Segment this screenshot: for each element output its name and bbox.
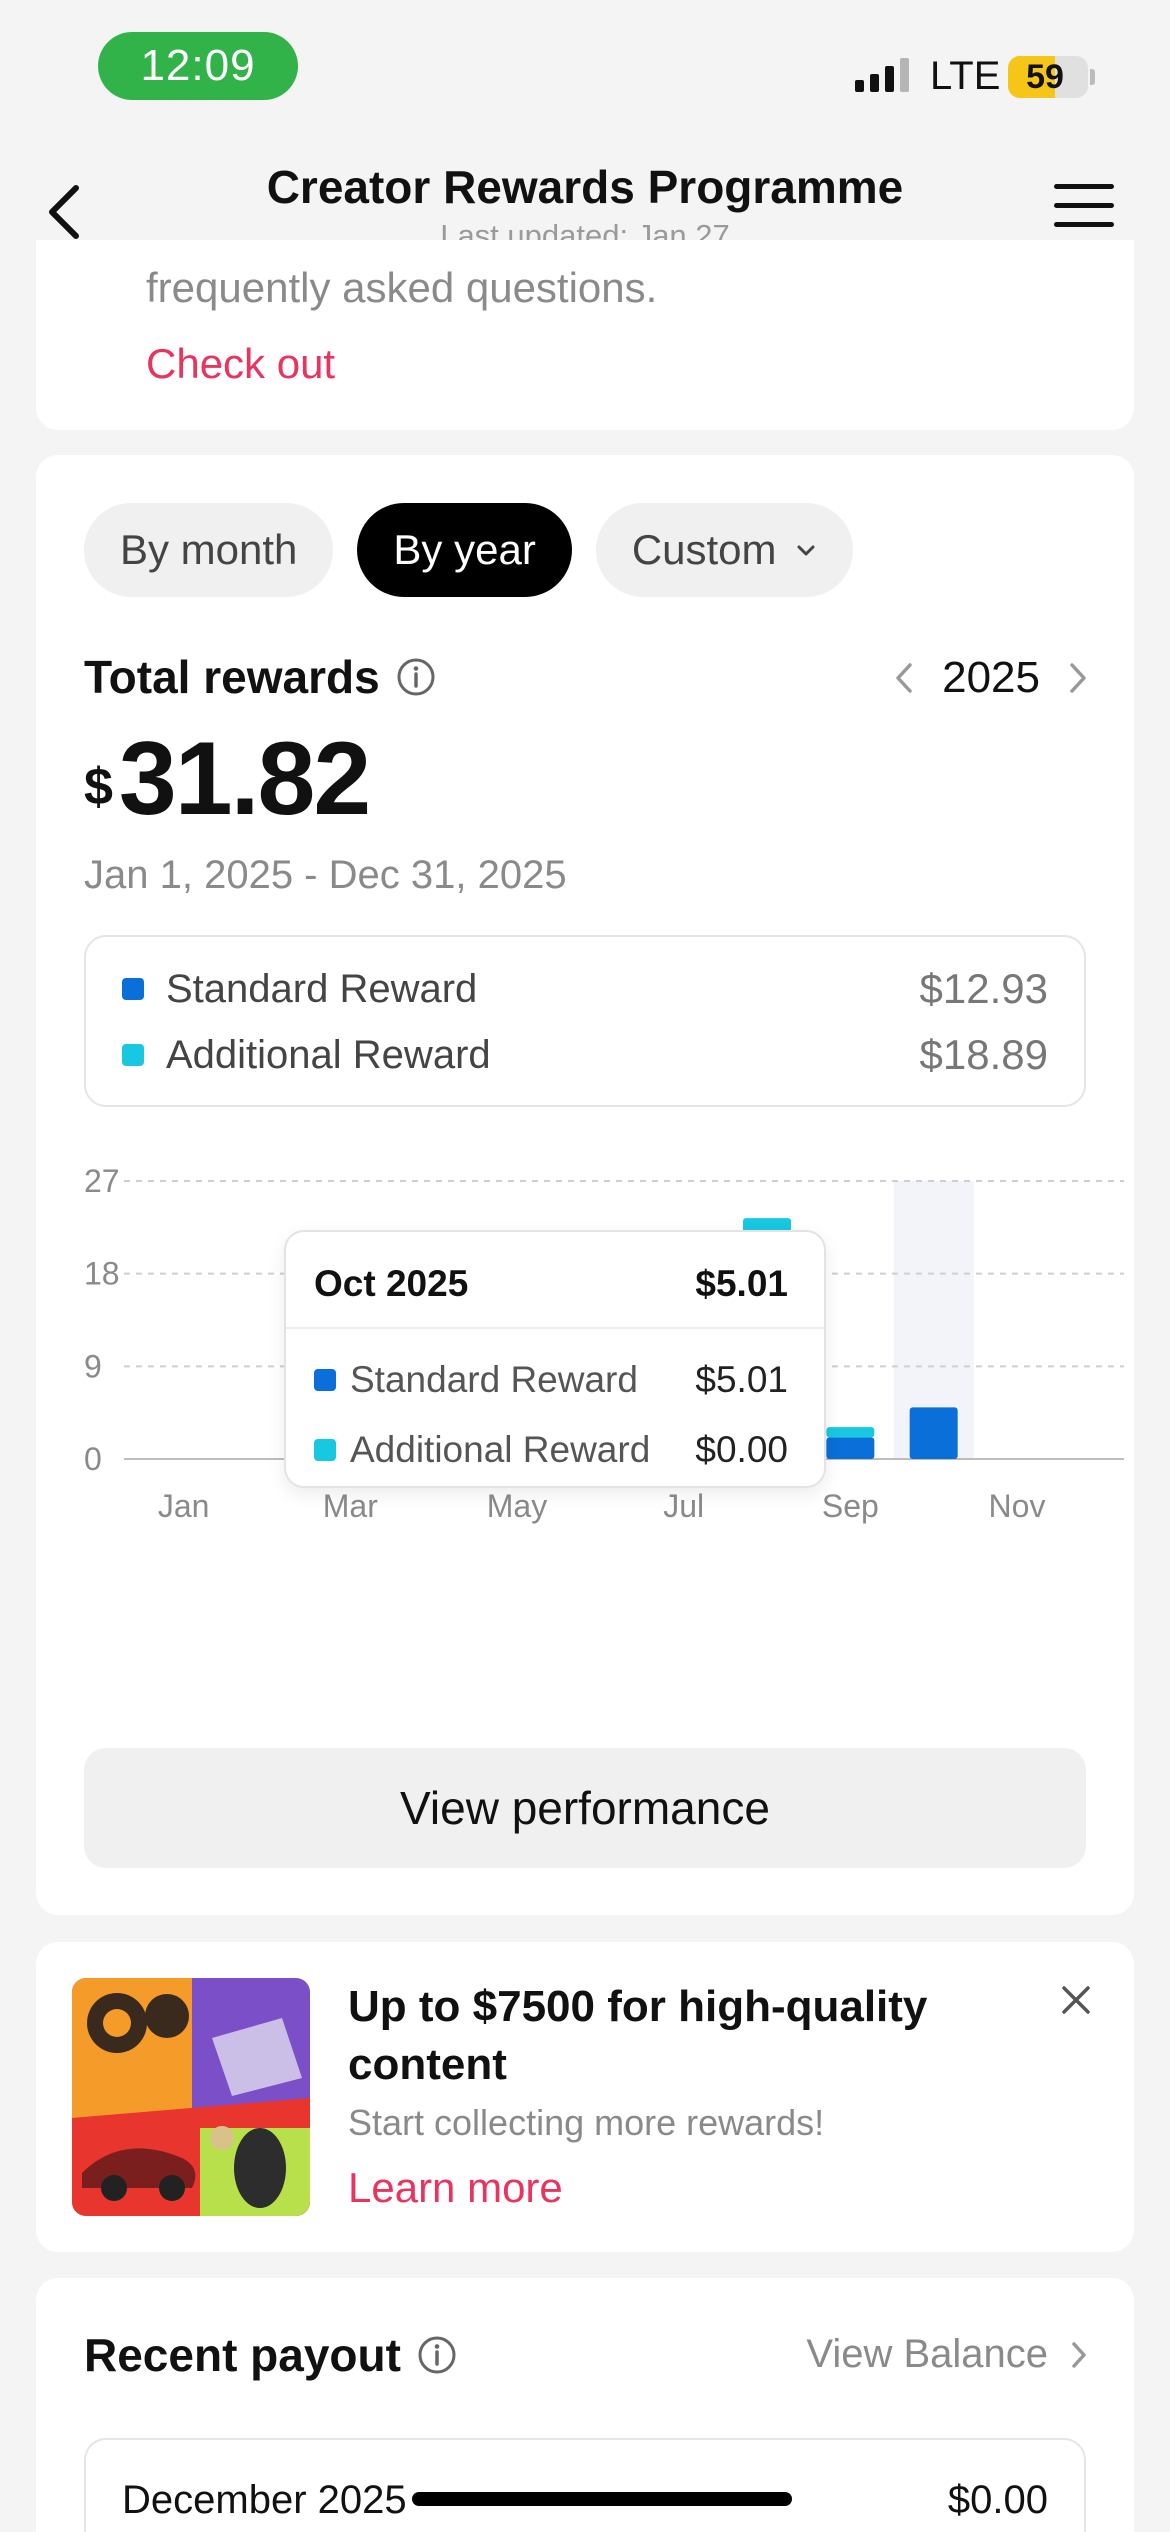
x-tick-label: Sep xyxy=(822,1488,879,1524)
standard-swatch xyxy=(122,978,144,1000)
currency-symbol: $ xyxy=(84,758,113,816)
hamburger-menu-icon[interactable] xyxy=(1054,184,1114,232)
x-tick-label: May xyxy=(487,1488,547,1524)
total-amount: $ 31.82 xyxy=(84,721,371,837)
tooltip-row-standard: Standard Reward $5.01 xyxy=(314,1350,788,1410)
promo-card[interactable]: Up to $7500 for high-quality content Sta… xyxy=(36,1942,1134,2252)
battery-icon: 59 xyxy=(1008,56,1088,98)
view-performance-button[interactable]: View performance xyxy=(84,1748,1086,1868)
network-label: LTE xyxy=(930,54,1001,98)
legend-additional-amount: $18.89 xyxy=(919,1031,1048,1078)
filter-by-month[interactable]: By month xyxy=(84,503,334,597)
total-amount-value: 31.82 xyxy=(118,721,371,837)
bar-oct-standard-reward xyxy=(909,1407,958,1459)
bar-sep-additional-reward xyxy=(826,1427,875,1438)
info-icon[interactable] xyxy=(417,2335,457,2375)
view-balance-link[interactable]: View Balance xyxy=(806,2332,1088,2377)
promo-title: Up to $7500 for high-quality content xyxy=(348,1982,928,2089)
recent-payout-heading: Recent payout xyxy=(84,2328,457,2382)
close-icon[interactable] xyxy=(1060,1984,1092,2016)
tooltip-standard-amount: $5.01 xyxy=(695,1359,788,1400)
period-filters: By month By year Custom xyxy=(84,503,853,597)
tooltip-additional-amount: $0.00 xyxy=(695,1429,788,1470)
bar-sep-standard-reward xyxy=(826,1437,875,1459)
status-bar: 12:09 LTE 59 xyxy=(0,0,1170,140)
payout-list: December 2025 $0.00 xyxy=(84,2438,1086,2532)
legend-additional: Additional Reward $18.89 xyxy=(122,1025,1048,1085)
tooltip-total: $5.01 xyxy=(695,1263,788,1304)
legend-additional-label: Additional Reward xyxy=(166,1032,491,1077)
standard-swatch xyxy=(314,1369,336,1391)
selected-year: 2025 xyxy=(942,653,1040,702)
additional-swatch xyxy=(122,1044,144,1066)
y-tick-label: 27 xyxy=(84,1163,120,1199)
legend-standard-label: Standard Reward xyxy=(166,966,478,1011)
promo-illustration xyxy=(72,1978,310,2216)
info-icon[interactable] xyxy=(396,657,436,697)
x-tick-label: Jul xyxy=(663,1488,704,1524)
recent-payout-label: Recent payout xyxy=(84,2329,401,2381)
promo-subtitle: Start collecting more rewards! xyxy=(348,2102,825,2143)
chevron-right-icon xyxy=(1072,2341,1086,2368)
tooltip-row-additional: Additional Reward $0.00 xyxy=(314,1420,788,1480)
x-tick-label: Mar xyxy=(323,1488,378,1524)
tooltip-header: Oct 2025 $5.01 xyxy=(314,1254,788,1314)
filter-custom-label: Custom xyxy=(631,526,777,573)
y-tick-label: 0 xyxy=(84,1441,102,1477)
check-out-link[interactable]: Check out xyxy=(146,340,335,388)
payout-amount: $0.00 xyxy=(947,2478,1048,2522)
reward-legend: Standard Reward $12.93 Additional Reward… xyxy=(84,935,1086,1107)
chevron-right-icon[interactable] xyxy=(1068,661,1088,695)
chevron-left-icon[interactable] xyxy=(894,661,914,695)
additional-swatch xyxy=(314,1439,336,1461)
filter-custom[interactable]: Custom xyxy=(595,503,853,597)
view-balance-label: View Balance xyxy=(806,2332,1048,2376)
legend-standard-amount: $12.93 xyxy=(919,965,1048,1012)
learn-more-link[interactable]: Learn more xyxy=(348,2164,563,2212)
faq-text: frequently asked questions. xyxy=(146,264,658,311)
payout-month: December 2025 xyxy=(122,2478,407,2522)
y-tick-label: 18 xyxy=(84,1256,120,1292)
y-tick-label: 9 xyxy=(84,1348,102,1384)
year-navigator: 2025 xyxy=(894,653,1088,703)
chevron-down-icon xyxy=(797,545,815,556)
page-title: Creator Rewards Programme xyxy=(266,161,904,213)
battery-level: 59 xyxy=(1026,57,1064,96)
battery-cap xyxy=(1090,69,1095,85)
legend-standard: Standard Reward $12.93 xyxy=(122,959,1048,1019)
date-range: Jan 1, 2025 - Dec 31, 2025 xyxy=(84,853,567,897)
tooltip-divider xyxy=(286,1327,824,1329)
tooltip-month: Oct 2025 xyxy=(314,1263,469,1304)
tooltip-additional-label: Additional Reward xyxy=(350,1429,651,1470)
filter-by-year[interactable]: By year xyxy=(357,503,572,597)
x-tick-label: Nov xyxy=(989,1488,1046,1524)
signal-icon xyxy=(855,58,909,92)
x-tick-label: Jan xyxy=(158,1488,210,1524)
total-rewards-heading: Total rewards xyxy=(84,650,436,704)
home-indicator[interactable] xyxy=(412,2492,792,2506)
faq-card: frequently asked questions. Check out xyxy=(36,240,1134,430)
chart-tooltip: Oct 2025 $5.01 Standard Reward $5.01 Add… xyxy=(284,1230,826,1488)
tooltip-standard-label: Standard Reward xyxy=(350,1359,638,1400)
rewards-card: By month By year Custom Total rewards 20… xyxy=(36,455,1134,1915)
total-rewards-label: Total rewards xyxy=(84,651,380,703)
status-time: 12:09 xyxy=(98,32,298,100)
